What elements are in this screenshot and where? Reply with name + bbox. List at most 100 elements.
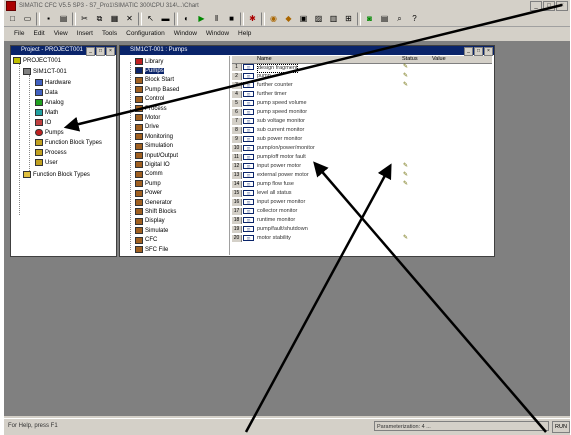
library-item[interactable]: Digital IO <box>135 161 170 169</box>
library-item[interactable]: Block Start <box>135 76 174 84</box>
library-item[interactable]: Generator <box>135 199 172 206</box>
library-item[interactable]: Drive <box>135 123 159 131</box>
pencil-icon[interactable]: ✎ <box>403 82 408 89</box>
table-row[interactable]: 4 ◫ further timer <box>232 91 492 98</box>
library-icon[interactable]: ◉ <box>267 12 280 25</box>
menu-window-2[interactable]: Window <box>206 30 229 37</box>
tree-node-pumps[interactable]: Pumps <box>35 129 64 136</box>
library-item[interactable]: Simulate <box>135 227 168 235</box>
tree-node-station[interactable]: SIM1CT-001 <box>23 68 67 75</box>
menu-edit[interactable]: Edit <box>33 30 44 37</box>
library-item[interactable]: Display <box>135 217 165 225</box>
library-item[interactable]: Control <box>135 95 164 103</box>
new-icon[interactable]: □ <box>6 12 19 25</box>
block-icon[interactable]: ◆ <box>282 12 295 25</box>
tree-node-user[interactable]: User <box>35 159 58 166</box>
library-item[interactable]: Shift Blocks <box>135 208 176 216</box>
stop-icon[interactable]: ■ <box>225 12 238 25</box>
pencil-icon[interactable]: ✎ <box>403 163 408 170</box>
menu-view[interactable]: View <box>54 30 68 37</box>
chart-icon[interactable]: ▤ <box>378 12 391 25</box>
run-icon[interactable]: ▶ <box>195 12 208 25</box>
minimize-button[interactable]: _ <box>530 1 542 11</box>
table-row[interactable]: 11 ◫ pump/off motor fault <box>232 154 492 161</box>
library-item[interactable]: Input/Output <box>135 152 178 159</box>
table-row[interactable]: 17 ◫ collector monitor <box>232 208 492 215</box>
open-icon[interactable]: ▭ <box>21 12 34 25</box>
window-tile-icon[interactable]: ▣ <box>297 12 310 25</box>
copy-icon[interactable]: ⧉ <box>93 12 106 25</box>
tree-node-io[interactable]: IO <box>35 119 51 126</box>
pencil-icon[interactable]: ✎ <box>403 64 408 71</box>
table-row[interactable]: 7 ◫ sub voltage monitor <box>232 118 492 125</box>
connect-icon[interactable]: ▬ <box>159 12 172 25</box>
close-button[interactable]: × <box>556 1 568 11</box>
table-row[interactable]: 19 ◫ pump/fault/shutdown <box>232 226 492 233</box>
properties-icon[interactable]: ▥ <box>327 12 340 25</box>
pencil-icon[interactable]: ✎ <box>403 73 408 80</box>
library-item[interactable]: Motor <box>135 114 160 122</box>
table-row[interactable]: 9 ◫ sub power monitor <box>232 136 492 143</box>
pencil-icon[interactable]: ✎ <box>403 235 408 242</box>
table-row[interactable]: 2 ◫ pump ✎ <box>232 73 492 80</box>
pause-icon[interactable]: ‖ <box>210 12 223 25</box>
project-minimize-button[interactable]: _ <box>86 47 95 56</box>
library-item[interactable]: Simulation <box>135 142 173 150</box>
menu-insert[interactable]: Insert <box>77 30 93 37</box>
column-header-status[interactable]: Status <box>402 56 418 63</box>
delete-icon[interactable]: ✕ <box>123 12 136 25</box>
library-minimize-button[interactable]: _ <box>464 47 473 56</box>
library-item[interactable]: Monitoring <box>135 133 173 141</box>
table-row[interactable]: 18 ◫ runtime monitor <box>232 217 492 224</box>
table-row[interactable]: 6 ◫ pump speed monitor <box>232 109 492 116</box>
table-row[interactable]: 10 ◫ pump/on/power/monitor <box>232 145 492 152</box>
library-item[interactable]: Pump <box>135 180 161 188</box>
column-header-value[interactable]: Value <box>432 56 446 63</box>
table-row[interactable]: 1 ◫ design fragment ✎ <box>232 64 492 73</box>
menu-tools[interactable]: Tools <box>102 30 117 37</box>
pointer-icon[interactable]: ↖ <box>144 12 157 25</box>
table-row[interactable]: 12 ◫ input power motor ✎ <box>232 163 492 170</box>
project-maximize-button[interactable]: □ <box>96 47 105 56</box>
library-item[interactable]: Pumps <box>135 67 164 75</box>
compile-icon[interactable]: ◐ <box>180 12 193 25</box>
menu-file[interactable]: File <box>14 30 24 37</box>
cut-icon[interactable]: ✂ <box>78 12 91 25</box>
tree-node-hardware[interactable]: Hardware <box>35 79 71 86</box>
table-row[interactable]: 15 ◫ level all status <box>232 190 492 197</box>
menu-window[interactable]: Window <box>174 30 197 37</box>
tree-node-project[interactable]: PROJECT001 <box>13 57 61 64</box>
zoom-icon[interactable]: ⌕ <box>393 12 406 25</box>
menu-configuration[interactable]: Configuration <box>126 30 165 37</box>
library-item[interactable]: Comm <box>135 170 163 178</box>
help-icon[interactable]: ? <box>408 12 421 25</box>
table-row[interactable]: 13 ◫ external power motor ✎ <box>232 172 492 179</box>
print-icon[interactable]: ▤ <box>57 12 70 25</box>
library-item[interactable]: Process <box>135 105 167 112</box>
tree-node-analog[interactable]: Analog <box>35 99 64 106</box>
test-mode-icon[interactable]: ✱ <box>246 12 259 25</box>
library-maximize-button[interactable]: □ <box>474 47 483 56</box>
table-row[interactable]: 3 ◫ further counter ✎ <box>232 82 492 89</box>
grid-icon[interactable]: ⊞ <box>342 12 355 25</box>
save-icon[interactable]: ▪ <box>42 12 55 25</box>
table-row[interactable]: 16 ◫ input power monitor <box>232 199 492 206</box>
tree-node-process[interactable]: Process <box>35 149 67 156</box>
library-item[interactable]: Power <box>135 189 162 197</box>
column-header-name[interactable]: Name <box>257 56 272 63</box>
tree-node-fb-types[interactable]: Function Block Types <box>35 139 102 146</box>
library-item[interactable]: CFC <box>135 236 157 244</box>
monitor-icon[interactable]: ◙ <box>363 12 376 25</box>
table-row[interactable]: 5 ◫ pump speed volume <box>232 100 492 107</box>
table-row[interactable]: 20 ◫ motor stability ✎ <box>232 235 492 242</box>
project-close-button[interactable]: × <box>106 47 115 56</box>
menu-help[interactable]: Help <box>238 30 251 37</box>
maximize-button[interactable]: □ <box>543 1 555 11</box>
table-row[interactable]: 14 ◫ pump flow fuse ✎ <box>232 181 492 188</box>
pencil-icon[interactable]: ✎ <box>403 181 408 188</box>
library-item[interactable]: Pump Based <box>135 86 179 94</box>
tree-node-folder[interactable]: Function Block Types <box>23 171 90 178</box>
library-item[interactable]: SFC File <box>135 246 168 253</box>
window-cascade-icon[interactable]: ▨ <box>312 12 325 25</box>
table-row[interactable]: 8 ◫ sub current monitor <box>232 127 492 134</box>
